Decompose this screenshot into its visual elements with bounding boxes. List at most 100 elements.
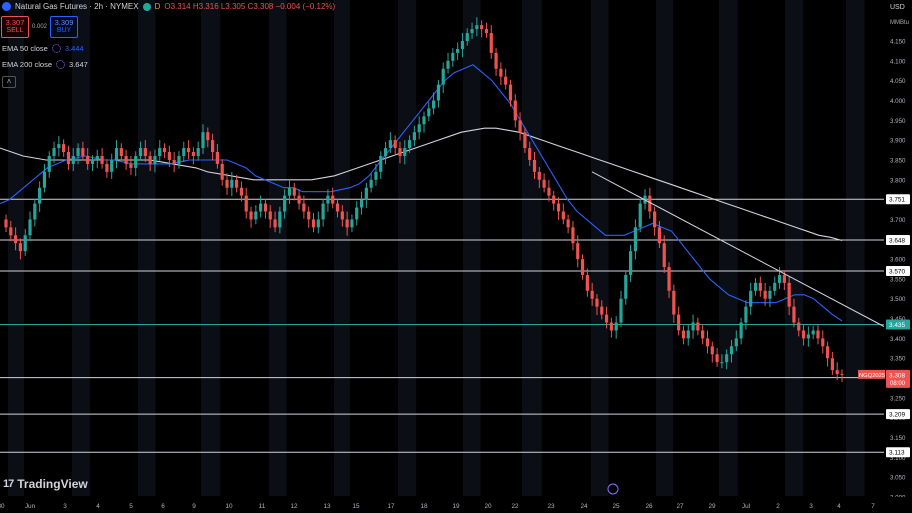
data-badge[interactable]: D <box>155 2 161 11</box>
candle-body <box>259 203 263 212</box>
settings-icon[interactable] <box>56 60 66 69</box>
time-tick-label: 26 <box>645 503 653 510</box>
session-stripe <box>72 0 91 496</box>
sell-label: SELL <box>6 27 24 34</box>
candle-body <box>547 187 551 196</box>
ema200-label: EMA 200 close <box>2 60 53 69</box>
candle-body <box>28 219 32 236</box>
candle-body <box>76 148 80 156</box>
level-price-label: 3.113 <box>889 450 905 457</box>
candle-body <box>417 124 421 133</box>
candle-body <box>758 282 762 291</box>
candle-body <box>590 290 594 299</box>
unit-label[interactable]: MMBtu <box>890 20 909 26</box>
candle-body <box>249 211 253 220</box>
session-stripe <box>522 0 542 496</box>
candle-body <box>576 243 580 260</box>
candle-body <box>657 227 662 244</box>
session-stripe <box>463 0 481 496</box>
candle-body <box>66 152 71 164</box>
candle-body <box>749 290 753 307</box>
candle-body <box>364 187 368 200</box>
candle-body <box>715 354 719 363</box>
candle-body <box>340 211 344 220</box>
candle-body <box>677 314 681 331</box>
candle-body <box>321 203 325 220</box>
ema50-label: EMA 50 close <box>2 44 48 53</box>
candle-body <box>230 179 234 188</box>
candle-body <box>465 33 469 41</box>
time-tick-label: 22 <box>511 503 519 510</box>
candle-body <box>672 290 676 315</box>
ema200-line <box>0 127 843 242</box>
buy-button[interactable]: 3.309 BUY <box>50 16 79 38</box>
countdown-label: 08:00 <box>890 381 906 387</box>
price-tick-label: 3.850 <box>890 157 906 164</box>
price-chart[interactable]: 4.150 4.100 4.050 4.000 3.950 3.900 3.850 3.800… <box>0 0 912 513</box>
candle-body <box>158 148 162 156</box>
candle-body <box>172 159 176 164</box>
candle-body <box>475 25 479 30</box>
ema200-legend[interactable]: EMA 200 close 3.647 <box>2 60 88 69</box>
candle-body <box>33 203 37 220</box>
candle-body <box>268 211 272 220</box>
time-tick-label: Jul <box>742 503 750 510</box>
price-tick-label: 3.800 <box>890 177 906 184</box>
symbol-title[interactable]: Natural Gas Futures · 2h · NYMEX <box>15 2 139 11</box>
candle-body <box>624 274 628 299</box>
ema50-value: 3.444 <box>64 44 84 53</box>
price-tick-label: 4.100 <box>890 58 906 65</box>
candle-body <box>585 274 589 291</box>
candle-body <box>244 195 248 212</box>
candle-body <box>427 108 431 117</box>
tradingview-logo: 17 TradingView <box>3 477 88 491</box>
price-tick-label: 3.400 <box>890 336 906 343</box>
candle-body <box>407 140 412 149</box>
price-tick-label: 3.950 <box>890 118 906 125</box>
candle-body <box>62 144 66 153</box>
currency-label[interactable]: USD <box>890 4 905 11</box>
candle-body <box>18 243 23 252</box>
candle-body <box>662 243 666 268</box>
price-tick-label: 4.050 <box>890 78 906 85</box>
chevron-up-icon[interactable]: ˄ <box>2 76 16 88</box>
ema50-path <box>0 64 843 322</box>
candle-body <box>739 322 743 339</box>
candle-body <box>110 159 114 172</box>
candle-body <box>114 148 119 160</box>
candle-body <box>302 203 306 212</box>
candle-body <box>90 159 95 164</box>
candle-body <box>720 362 724 364</box>
candle-body <box>710 346 714 355</box>
candle-body <box>403 148 407 156</box>
candle-body <box>504 76 508 85</box>
candle-body <box>552 195 556 204</box>
candle-body <box>326 195 330 204</box>
candle-body <box>398 148 402 156</box>
time-tick-label: 10 <box>225 503 233 510</box>
candle-body <box>177 155 181 164</box>
level-price-label: 3.751 <box>889 197 905 204</box>
candle-body <box>763 290 767 299</box>
candle-body <box>619 298 623 323</box>
sell-button[interactable]: 3.307 SELL <box>1 16 29 38</box>
time-tick-label: 7 <box>871 503 875 510</box>
price-tick-label: 3.550 <box>890 276 906 283</box>
candle-body <box>100 155 104 164</box>
candle-body <box>729 346 734 355</box>
candle-body <box>499 68 503 77</box>
market-status-icon[interactable] <box>142 2 151 11</box>
session-stripe <box>785 0 804 496</box>
time-tick-label: 6 <box>161 503 165 510</box>
candle-body <box>331 195 335 204</box>
time-tick-label: 11 <box>259 503 266 510</box>
candle-body <box>686 330 690 339</box>
settings-icon[interactable] <box>51 44 61 53</box>
candle-body <box>153 155 157 164</box>
time-tick-label: 29 <box>708 503 716 510</box>
candle-body <box>186 148 191 153</box>
candle-body <box>638 203 642 228</box>
ema50-legend[interactable]: EMA 50 close 3.444 <box>2 44 84 53</box>
session-stripe <box>269 0 287 496</box>
sell-price: 3.307 <box>5 18 25 27</box>
